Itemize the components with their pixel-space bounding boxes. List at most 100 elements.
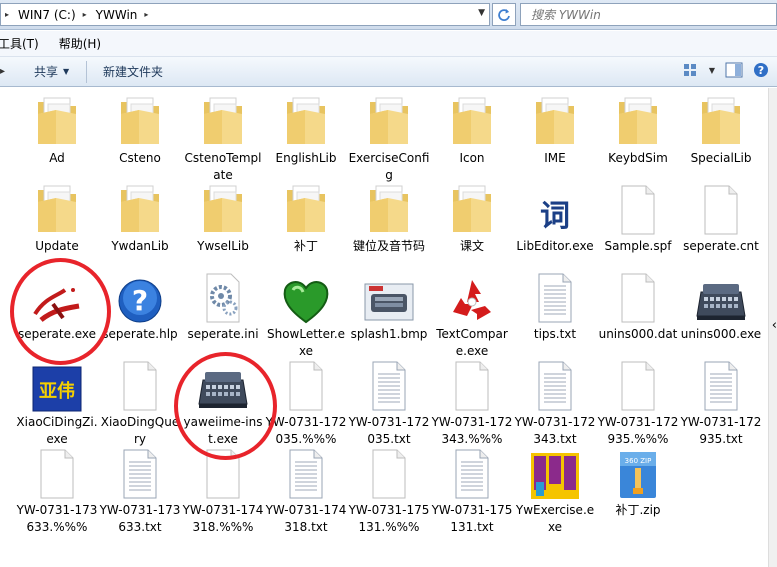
item-label: EnglishLib [275, 151, 337, 165]
folder-item[interactable]: YwdanLib [99, 180, 181, 255]
file-item[interactable]: YW-0731-172035.%%% [265, 356, 347, 448]
file-item[interactable]: YW-0731-172343.txt [514, 356, 596, 448]
item-label: Sample.spf [604, 239, 672, 253]
breadcrumb-arrow-icon[interactable]: ▸ [76, 10, 96, 19]
blank-file-icon [112, 356, 168, 412]
preview-pane-icon[interactable] [725, 62, 743, 78]
breadcrumb-arrow-icon[interactable]: ▸ [137, 10, 157, 19]
help-file-icon: ? [112, 268, 168, 324]
file-item[interactable]: ShowLetter.exe [265, 268, 347, 360]
file-item[interactable]: 360 ZIP 补丁.zip [597, 444, 679, 519]
file-item[interactable]: seperate.exe [16, 268, 98, 343]
search-box[interactable] [520, 3, 777, 26]
folder-item[interactable]: Ad [16, 92, 98, 167]
file-item[interactable]: YW-0731-172035.txt [348, 356, 430, 448]
item-label: tips.txt [533, 327, 577, 341]
folder-item[interactable]: 键位及音节码 [348, 180, 430, 255]
menu-help[interactable]: 帮助(H) [59, 35, 101, 52]
file-item[interactable]: YW-0731-174318.txt [265, 444, 347, 536]
file-item[interactable]: YW-0731-172935.%%% [597, 356, 679, 448]
collapse-chevron-icon[interactable]: ‹ [772, 318, 777, 333]
folder-item[interactable]: Update [16, 180, 98, 255]
item-label: 补丁.zip [615, 503, 661, 517]
file-item[interactable]: YW-0731-173633.txt [99, 444, 181, 536]
folder-item[interactable]: YwselLib [182, 180, 264, 255]
item-label: 补丁 [293, 239, 318, 253]
svg-text:?: ? [132, 284, 148, 317]
folder-item[interactable]: 课文 [431, 180, 513, 255]
menu-tools[interactable]: 工具(T) [0, 35, 39, 52]
item-label: XiaoCiDingZi.exe [16, 415, 98, 446]
item-label: Icon [459, 151, 485, 165]
folder-icon [195, 180, 251, 236]
file-item[interactable]: YW-0731-175131.%%% [348, 444, 430, 536]
file-item[interactable]: YW-0731-173633.%%% [16, 444, 98, 536]
folder-item[interactable]: IME [514, 92, 596, 167]
file-item[interactable]: unins000.dat [597, 268, 679, 343]
item-label: YW-0731-172935.%%% [597, 415, 679, 446]
item-label: YwdanLib [111, 239, 169, 253]
item-label: YW-0731-173633.txt [99, 503, 181, 534]
folder-item[interactable]: Icon [431, 92, 513, 167]
folder-item[interactable]: SpecialLib [680, 92, 762, 167]
folder-item[interactable]: EnglishLib [265, 92, 347, 167]
help-icon[interactable]: ? [753, 62, 769, 78]
breadcrumb-drive[interactable]: WIN7 (C:) [18, 8, 76, 22]
file-item[interactable]: ? seperate.hlp [99, 268, 181, 343]
new-folder-button[interactable]: 新建文件夹 [103, 63, 163, 80]
file-item[interactable]: splash1.bmp [348, 268, 430, 343]
address-bar[interactable]: ▸ WIN7 (C:) ▸ YWWin ▸ ▼ [0, 3, 490, 26]
item-label: YW-0731-173633.%%% [16, 503, 98, 534]
item-label: Update [35, 239, 79, 253]
file-item[interactable]: 词 LibEditor.exe [514, 180, 596, 255]
address-dropdown-icon[interactable]: ▼ [478, 8, 485, 18]
file-item[interactable]: YW-0731-174318.%%% [182, 444, 264, 536]
file-item[interactable]: YW-0731-175131.txt [431, 444, 513, 536]
blank-file-icon [610, 180, 666, 236]
settings-file-icon [195, 268, 251, 324]
item-label: ExerciseConfig [348, 151, 430, 182]
file-item[interactable]: 亚伟 XiaoCiDingZi.exe [16, 356, 98, 448]
svg-text:360 ZIP: 360 ZIP [625, 457, 652, 465]
zip-archive-icon: 360 ZIP [610, 444, 666, 500]
folder-item[interactable]: 补丁 [265, 180, 347, 255]
file-item[interactable]: YwExercise.exe [514, 444, 596, 536]
file-item[interactable]: YW-0731-172343.%%% [431, 356, 513, 448]
item-label: YW-0731-175131.%%% [348, 503, 430, 534]
item-label: XiaoDingQuery [100, 415, 180, 446]
item-label: splash1.bmp [350, 327, 428, 341]
search-input[interactable] [521, 4, 776, 25]
file-item[interactable]: YW-0731-172935.txt [680, 356, 762, 448]
file-item[interactable]: yaweiime-inst.exe [182, 356, 264, 448]
item-label: seperate.ini [187, 327, 259, 341]
folder-item[interactable]: CstenoTemplate [182, 92, 264, 184]
file-item[interactable]: seperate.ini [182, 268, 264, 343]
text-file-icon [444, 444, 500, 500]
folder-icon [278, 180, 334, 236]
refresh-button[interactable] [492, 3, 516, 26]
share-button[interactable]: 共享 ▼ [34, 63, 69, 80]
file-item[interactable]: tips.txt [514, 268, 596, 343]
item-label: LibEditor.exe [516, 239, 594, 253]
file-item[interactable]: XiaoDingQuery [99, 356, 181, 448]
left-arrow-icon[interactable]: ▸ [0, 66, 5, 77]
folder-item[interactable]: ExerciseConfig [348, 92, 430, 184]
folder-item[interactable]: KeybdSim [597, 92, 679, 167]
breadcrumb-prev-arrow[interactable]: ▸ [5, 10, 18, 19]
view-grid-icon[interactable] [683, 63, 699, 77]
file-item[interactable]: seperate.cnt [680, 180, 762, 255]
folder-item[interactable]: Csteno [99, 92, 181, 167]
steno-machine-icon [195, 356, 251, 412]
view-dropdown-icon[interactable]: ▼ [709, 66, 715, 75]
item-label: YwselLib [197, 239, 249, 253]
text-file-icon [112, 444, 168, 500]
svg-text:?: ? [758, 64, 764, 77]
item-label: YW-0731-172343.txt [514, 415, 596, 446]
refresh-icon [498, 8, 510, 21]
file-item[interactable]: Sample.spf [597, 180, 679, 255]
file-item[interactable]: unins000.exe [680, 268, 762, 343]
item-label: 课文 [459, 239, 484, 253]
breadcrumb-folder[interactable]: YWWin [96, 8, 138, 22]
file-item[interactable]: TextCompare.exe [431, 268, 513, 360]
command-divider [86, 61, 87, 83]
